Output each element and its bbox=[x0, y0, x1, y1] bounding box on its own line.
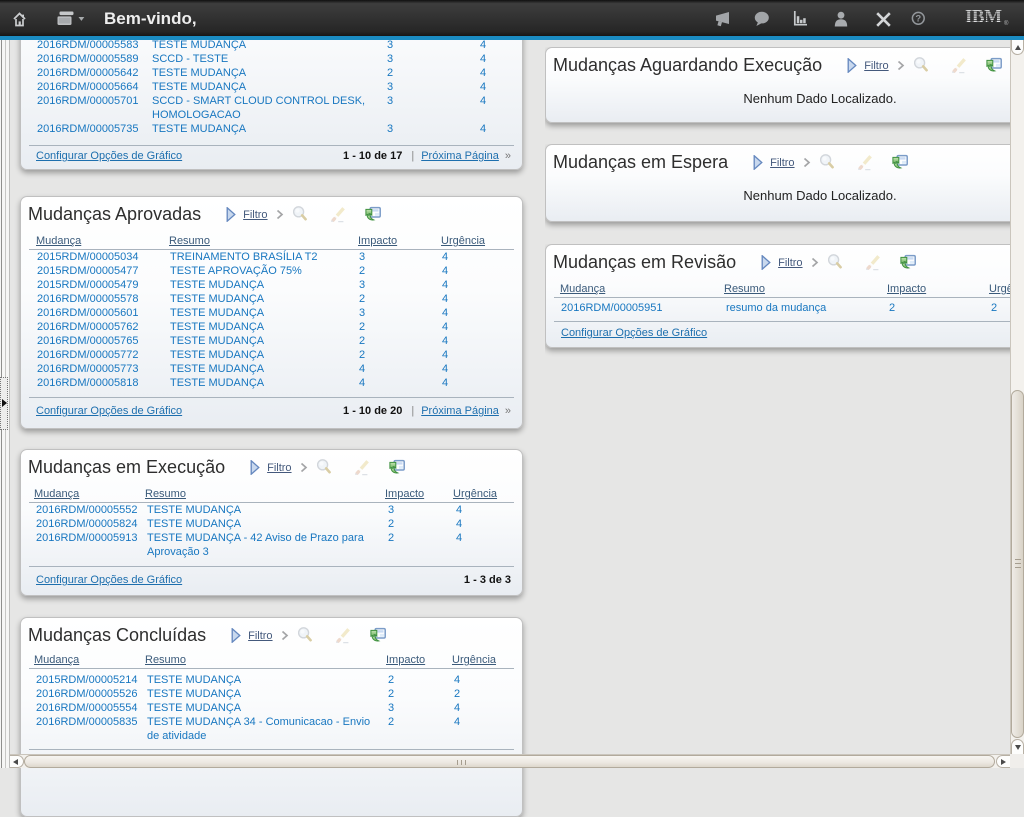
svg-text:?: ? bbox=[915, 14, 921, 25]
svg-text:IBM: IBM bbox=[965, 8, 1002, 26]
svg-text:®: ® bbox=[1004, 20, 1009, 26]
